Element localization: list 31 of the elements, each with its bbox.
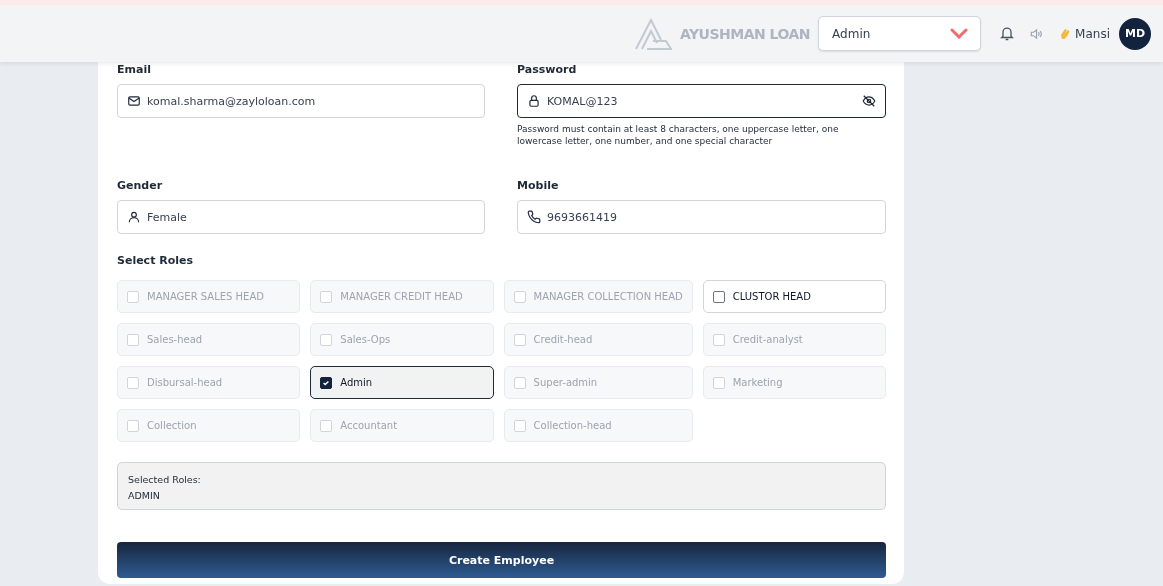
user-icon	[127, 210, 141, 224]
input-field[interactable]: KOMAL@123	[517, 84, 886, 118]
checkbox[interactable]	[320, 376, 333, 389]
checkbox[interactable]	[712, 290, 725, 303]
speaker-icon[interactable]	[1029, 26, 1044, 41]
eye-off-icon[interactable]	[862, 94, 876, 108]
field-label: Email	[117, 63, 152, 76]
role-dropdown[interactable]: Admin	[818, 16, 982, 51]
chevron-down-icon	[950, 28, 969, 39]
lock-icon	[527, 94, 541, 108]
field-label: Mobile	[517, 179, 560, 192]
mail-icon	[127, 94, 141, 108]
role-option[interactable]: Admin	[310, 366, 494, 399]
panel-title: Selected Roles:	[128, 473, 202, 487]
bell-icon[interactable]	[999, 25, 1016, 42]
phone-icon	[527, 210, 541, 224]
input-field[interactable]: 9693661419	[517, 200, 886, 234]
brand-name: AYUSHMAN LOAN	[679, 25, 811, 42]
input-field[interactable]: Female	[117, 200, 485, 234]
field-label: Password	[517, 63, 578, 76]
create-employee-button[interactable]: Create Employee	[117, 542, 886, 578]
logo-icon	[634, 17, 672, 50]
user-avatar[interactable]: MD	[1119, 17, 1151, 50]
roles-label: Select Roles	[117, 254, 195, 267]
check-icon	[322, 378, 331, 387]
selected-role: ADMIN	[128, 489, 161, 503]
user-name: Mansi	[1075, 26, 1110, 41]
role-option[interactable]: CLUSTOR HEAD	[702, 280, 886, 313]
input-field[interactable]: komal.sharma@zayloloan.com	[117, 84, 485, 118]
password-hint: Password must contain at least 8 characters, one uppercase letter, one lowercase letter, one number, and one special character	[517, 123, 840, 147]
field-label: Gender	[117, 179, 164, 192]
